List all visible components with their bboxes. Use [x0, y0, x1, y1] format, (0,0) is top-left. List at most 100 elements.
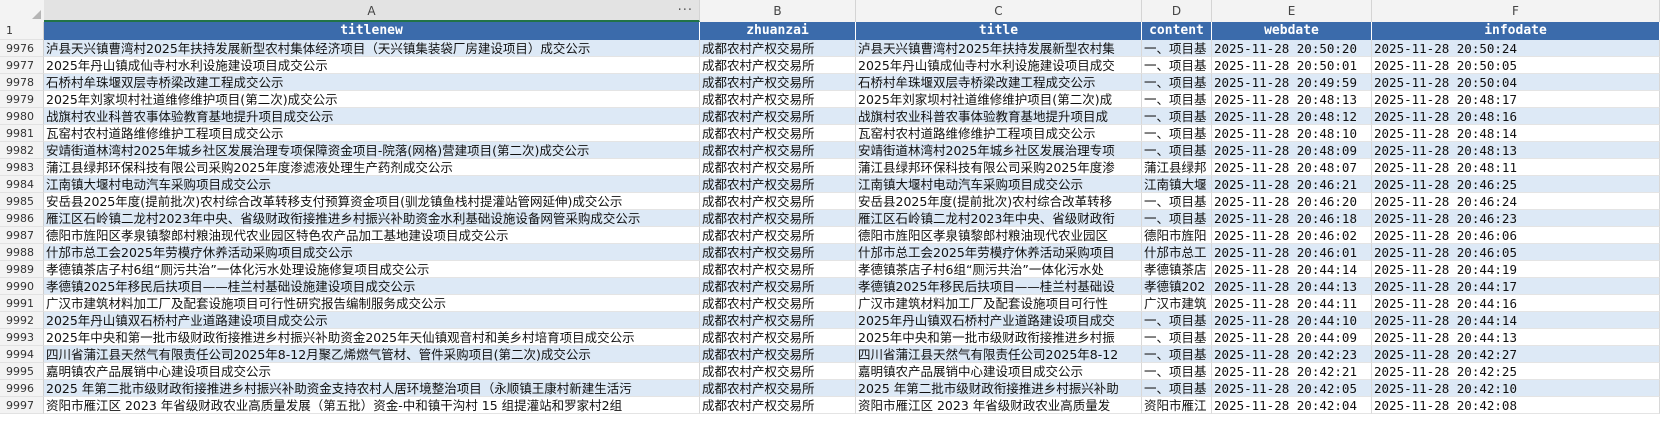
cell-content[interactable]: 什邡市总工 [1142, 244, 1212, 261]
row-number[interactable]: 9979 [0, 91, 44, 108]
cell-webdate[interactable]: 2025-11-28 20:42:05 [1212, 380, 1372, 397]
cell-titlenew[interactable]: 2025年刘家坝村社道维修维护项目(第二次)成交公示 [44, 91, 700, 108]
cell-infodate[interactable]: 2025-11-28 20:50:05 [1372, 57, 1660, 74]
cell-zhuanzai[interactable]: 成都农村产权交易所 [700, 176, 856, 193]
cell-infodate[interactable]: 2025-11-28 20:48:16 [1372, 108, 1660, 125]
cell-webdate[interactable]: 2025-11-28 20:44:11 [1212, 295, 1372, 312]
cell-title[interactable]: 2025年刘家坝村社道维修维护项目(第二次)成 [856, 91, 1142, 108]
cell-content[interactable]: 一、项目基 [1142, 74, 1212, 91]
cell-zhuanzai[interactable]: 成都农村产权交易所 [700, 295, 856, 312]
cell-webdate[interactable]: 2025-11-28 20:44:13 [1212, 278, 1372, 295]
row-number[interactable]: 9988 [0, 244, 44, 261]
cell-infodate[interactable]: 2025-11-28 20:48:17 [1372, 91, 1660, 108]
cell-titlenew[interactable]: 孝德镇2025年移民后扶项目——桂兰村基础设施建设项目成交公示 [44, 278, 700, 295]
cell-webdate[interactable]: 2025-11-28 20:48:09 [1212, 142, 1372, 159]
cell-content[interactable]: 一、项目基 [1142, 210, 1212, 227]
row-number[interactable]: 9997 [0, 397, 44, 414]
cell-infodate[interactable]: 2025-11-28 20:46:25 [1372, 176, 1660, 193]
cell-zhuanzai[interactable]: 成都农村产权交易所 [700, 91, 856, 108]
cell-title[interactable]: 2025年丹山镇双石桥村产业道路建设项目成交 [856, 312, 1142, 329]
cell-title[interactable]: 孝德镇2025年移民后扶项目——桂兰村基础设 [856, 278, 1142, 295]
cell-zhuanzai[interactable]: 成都农村产权交易所 [700, 40, 856, 57]
row-number[interactable]: 9977 [0, 57, 44, 74]
cell-title[interactable]: 江南镇大堰村电动汽车采购项目成交公示 [856, 176, 1142, 193]
row-number[interactable]: 9978 [0, 74, 44, 91]
cell-titlenew[interactable]: 安靖街道林湾村2025年城乡社区发展治理专项保障资金项目-院落(网格)营建项目(… [44, 142, 700, 159]
cell-infodate[interactable]: 2025-11-28 20:42:25 [1372, 363, 1660, 380]
cell-webdate[interactable]: 2025-11-28 20:48:07 [1212, 159, 1372, 176]
header-cell-webdate[interactable]: webdate [1212, 22, 1372, 40]
cell-titlenew[interactable]: 江南镇大堰村电动汽车采购项目成交公示 [44, 176, 700, 193]
cell-title[interactable]: 嘉明镇农产品展销中心建设项目成交公示 [856, 363, 1142, 380]
cell-zhuanzai[interactable]: 成都农村产权交易所 [700, 380, 856, 397]
row-number[interactable]: 9995 [0, 363, 44, 380]
column-letter-a[interactable]: A ··· [44, 0, 700, 22]
cell-title[interactable]: 安靖街道林湾村2025年城乡社区发展治理专项 [856, 142, 1142, 159]
cell-zhuanzai[interactable]: 成都农村产权交易所 [700, 244, 856, 261]
header-cell-title[interactable]: title [856, 22, 1142, 40]
row-number[interactable]: 9983 [0, 159, 44, 176]
column-letter-e[interactable]: E [1212, 0, 1372, 22]
cell-webdate[interactable]: 2025-11-28 20:46:02 [1212, 227, 1372, 244]
cell-content[interactable]: 一、项目基 [1142, 142, 1212, 159]
cell-zhuanzai[interactable]: 成都农村产权交易所 [700, 227, 856, 244]
cell-title[interactable]: 2025年中央和第一批市级财政衔接推进乡村振 [856, 329, 1142, 346]
cell-content[interactable]: 一、项目基 [1142, 57, 1212, 74]
cell-titlenew[interactable]: 2025年丹山镇双石桥村产业道路建设项目成交公示 [44, 312, 700, 329]
cell-titlenew[interactable]: 安岳县2025年度(提前批次)农村综合改革转移支付预算资金项目(驯龙镇鱼栈村提灌… [44, 193, 700, 210]
column-letter-b[interactable]: B [700, 0, 856, 22]
cell-titlenew[interactable]: 德阳市旌阳区孝泉镇黎郎村粮油现代农业园区特色农产品加工基地建设项目成交公示 [44, 227, 700, 244]
cell-webdate[interactable]: 2025-11-28 20:48:12 [1212, 108, 1372, 125]
cell-zhuanzai[interactable]: 成都农村产权交易所 [700, 329, 856, 346]
cell-title[interactable]: 2025年丹山镇成仙寺村水利设施建设项目成交 [856, 57, 1142, 74]
cell-content[interactable]: 一、项目基 [1142, 363, 1212, 380]
cell-webdate[interactable]: 2025-11-28 20:46:21 [1212, 176, 1372, 193]
cell-content[interactable]: 德阳市旌阳 [1142, 227, 1212, 244]
cell-infodate[interactable]: 2025-11-28 20:44:14 [1372, 312, 1660, 329]
cell-zhuanzai[interactable]: 成都农村产权交易所 [700, 261, 856, 278]
cell-zhuanzai[interactable]: 成都农村产权交易所 [700, 346, 856, 363]
cell-infodate[interactable]: 2025-11-28 20:42:27 [1372, 346, 1660, 363]
column-letter-c[interactable]: C [856, 0, 1142, 22]
cell-title[interactable]: 什邡市总工会2025年劳模疗休养活动采购项目 [856, 244, 1142, 261]
cell-title[interactable]: 孝德镇茶店子村6组“厕污共治”一体化污水处 [856, 261, 1142, 278]
cell-infodate[interactable]: 2025-11-28 20:42:08 [1372, 397, 1660, 414]
cell-infodate[interactable]: 2025-11-28 20:46:24 [1372, 193, 1660, 210]
cell-content[interactable]: 一、项目基 [1142, 329, 1212, 346]
cell-content[interactable]: 资阳市雁江 [1142, 397, 1212, 414]
cell-title[interactable]: 安岳县2025年度(提前批次)农村综合改革转移 [856, 193, 1142, 210]
cell-webdate[interactable]: 2025-11-28 20:42:04 [1212, 397, 1372, 414]
header-cell-content[interactable]: content [1142, 22, 1212, 40]
cell-content[interactable]: 江南镇大堰 [1142, 176, 1212, 193]
row-number[interactable]: 9984 [0, 176, 44, 193]
cell-titlenew[interactable]: 石桥村牟珠堰双层寺桥梁改建工程成交公示 [44, 74, 700, 91]
cell-titlenew[interactable]: 雁江区石岭镇二龙村2023年中央、省级财政衔接推进乡村振兴补助资金水利基础设施设… [44, 210, 700, 227]
cell-zhuanzai[interactable]: 成都农村产权交易所 [700, 193, 856, 210]
cell-titlenew[interactable]: 2025年中央和第一批市级财政衔接推进乡村振兴补助资金2025年天仙镇观音村和美… [44, 329, 700, 346]
cell-zhuanzai[interactable]: 成都农村产权交易所 [700, 159, 856, 176]
cell-infodate[interactable]: 2025-11-28 20:50:24 [1372, 40, 1660, 57]
cell-zhuanzai[interactable]: 成都农村产权交易所 [700, 142, 856, 159]
row-number[interactable]: 9982 [0, 142, 44, 159]
cell-webdate[interactable]: 2025-11-28 20:50:20 [1212, 40, 1372, 57]
row-number[interactable]: 9981 [0, 125, 44, 142]
cell-webdate[interactable]: 2025-11-28 20:44:14 [1212, 261, 1372, 278]
cell-content[interactable]: 一、项目基 [1142, 312, 1212, 329]
cell-infodate[interactable]: 2025-11-28 20:46:06 [1372, 227, 1660, 244]
cell-webdate[interactable]: 2025-11-28 20:44:09 [1212, 329, 1372, 346]
cell-titlenew[interactable]: 2025年丹山镇成仙寺村水利设施建设项目成交公示 [44, 57, 700, 74]
cell-webdate[interactable]: 2025-11-28 20:49:59 [1212, 74, 1372, 91]
cell-infodate[interactable]: 2025-11-28 20:44:17 [1372, 278, 1660, 295]
cell-titlenew[interactable]: 2025 年第二批市级财政衔接推进乡村振兴补助资金支持农村人居环境整治项目（永顺… [44, 380, 700, 397]
cell-infodate[interactable]: 2025-11-28 20:46:23 [1372, 210, 1660, 227]
cell-webdate[interactable]: 2025-11-28 20:44:10 [1212, 312, 1372, 329]
cell-titlenew[interactable]: 孝德镇茶店子村6组“厕污共治”一体化污水处理设施修复项目成交公示 [44, 261, 700, 278]
cell-titlenew[interactable]: 广汉市建筑材料加工厂及配套设施项目可行性研究报告编制服务成交公示 [44, 295, 700, 312]
cell-title[interactable]: 四川省蒲江县天然气有限责任公司2025年8-12 [856, 346, 1142, 363]
header-cell-titlenew[interactable]: titlenew [44, 22, 700, 40]
cell-webdate[interactable]: 2025-11-28 20:46:20 [1212, 193, 1372, 210]
cell-title[interactable]: 瓦窑村农村道路维修维护工程项目成交公示 [856, 125, 1142, 142]
cell-webdate[interactable]: 2025-11-28 20:46:01 [1212, 244, 1372, 261]
row-number[interactable]: 9990 [0, 278, 44, 295]
cell-titlenew[interactable]: 资阳市雁江区 2023 年省级财政农业高质量发展（第五批）资金-中和镇干沟村 1… [44, 397, 700, 414]
